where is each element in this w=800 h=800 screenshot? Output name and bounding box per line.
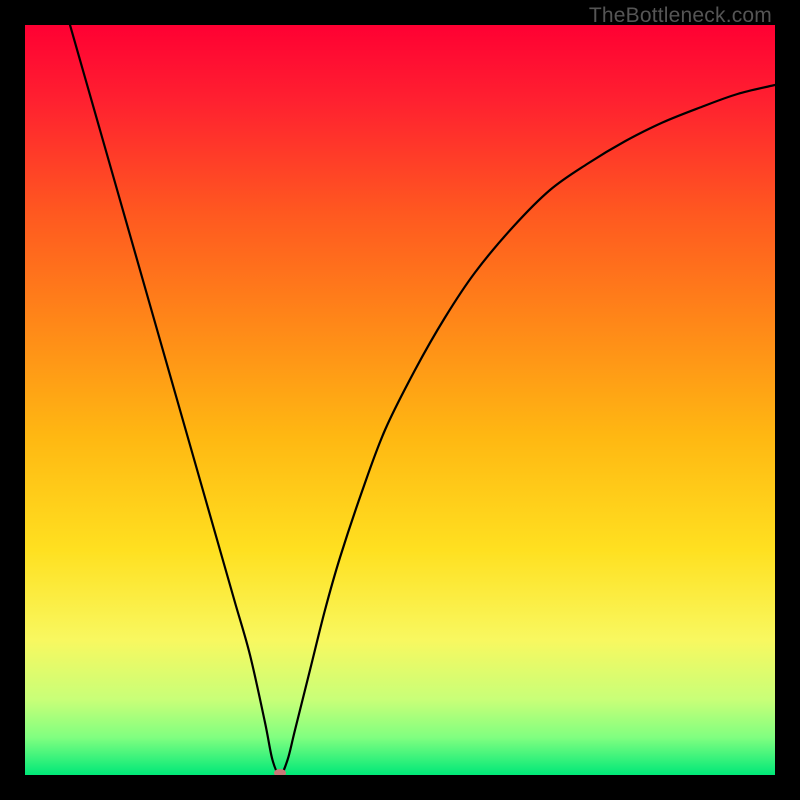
watermark-text: TheBottleneck.com — [589, 4, 772, 28]
chart-frame — [25, 25, 775, 775]
chart-plot — [25, 25, 775, 775]
